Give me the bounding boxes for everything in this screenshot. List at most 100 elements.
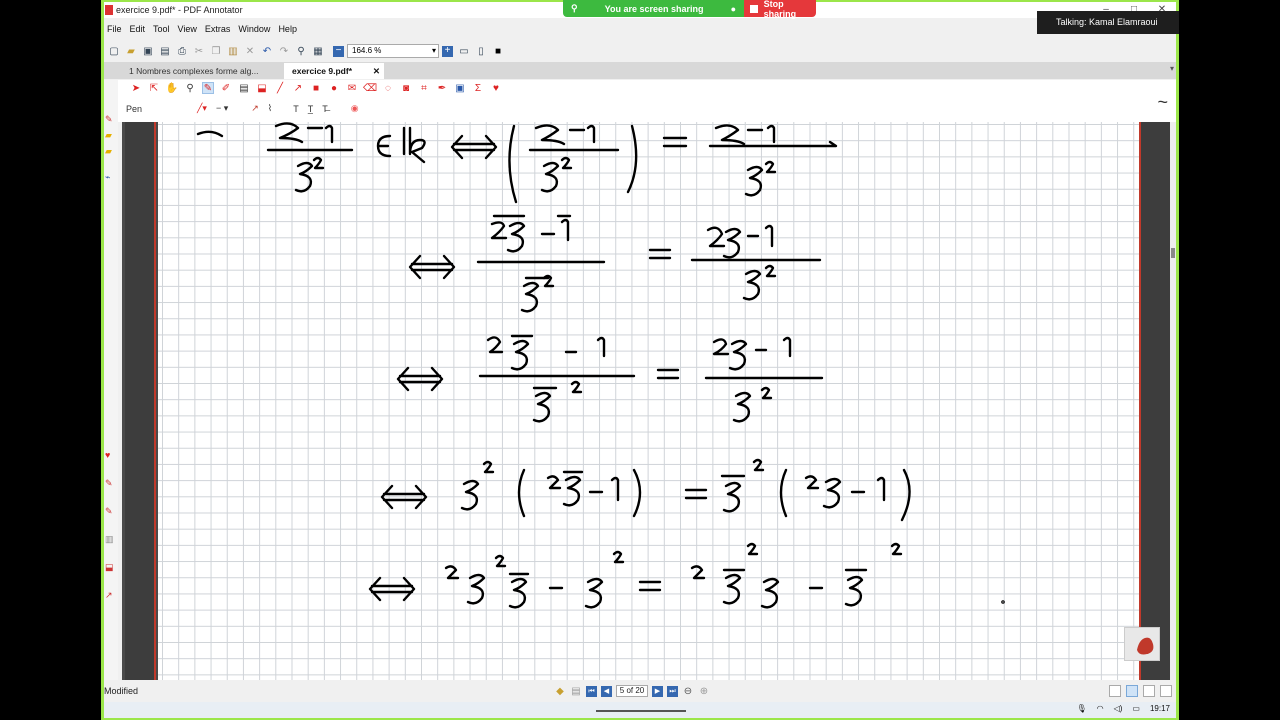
- continuous-view-button[interactable]: [1126, 685, 1138, 697]
- tab-nombres-complexes[interactable]: 1 Nombres complexes forme alg...: [104, 63, 276, 79]
- pin-icon[interactable]: ⚲: [571, 3, 578, 14]
- save-all-icon[interactable]: ▤: [159, 45, 171, 57]
- vertical-scrollbar[interactable]: [1170, 122, 1176, 680]
- select-arrow-icon[interactable]: ➤: [130, 82, 142, 94]
- highlighter-icon[interactable]: ✐: [220, 82, 232, 94]
- print-icon[interactable]: ⎙: [176, 45, 188, 57]
- eraser-icon[interactable]: ⌫: [363, 82, 377, 94]
- delete-icon[interactable]: ✕: [244, 45, 256, 57]
- prev-page-button[interactable]: ◀: [601, 685, 612, 697]
- undo-icon[interactable]: ↶: [261, 45, 273, 57]
- text-strike-icon[interactable]: T̶: [322, 104, 328, 114]
- favorite-heart-icon[interactable]: ♥: [105, 450, 110, 460]
- status-bar: Modified ◆ ▤ ⏮ ◀ 5 of 20 ▶ ⏭ ⊖ ⊕: [104, 682, 1176, 700]
- pen-tool-icon[interactable]: ✎: [202, 82, 214, 94]
- menu-extras[interactable]: Extras: [202, 24, 236, 34]
- line-width-icon[interactable]: − ▾: [216, 103, 228, 114]
- zoom-in-button[interactable]: +: [442, 45, 453, 57]
- volume-icon[interactable]: ◁): [1114, 704, 1123, 713]
- single-page-view-button[interactable]: [1109, 685, 1121, 697]
- last-page-button[interactable]: ⏭: [667, 685, 678, 697]
- bookmark-pen-icon[interactable]: ✎: [105, 114, 113, 125]
- lasso-icon[interactable]: ◌: [382, 82, 394, 94]
- paste-icon[interactable]: ▥: [227, 45, 239, 57]
- favorite-arrow-icon[interactable]: ↗: [105, 590, 113, 601]
- menu-view[interactable]: View: [175, 24, 202, 34]
- menu-file[interactable]: File: [104, 24, 127, 34]
- text-underline-icon[interactable]: T̲: [308, 104, 314, 114]
- smooth-icon[interactable]: ↗: [251, 103, 259, 114]
- battery-icon[interactable]: ▭: [1132, 704, 1140, 713]
- menu-window[interactable]: Window: [235, 24, 275, 34]
- page-number-field[interactable]: 5 of 20: [616, 685, 648, 697]
- annotation-toolbar: ➤ ⇱ ✋ ⚲ ✎ ✐ ▤ ⬓ ╱ ↗ ■ ● ✉ ⌫ ◌ ◙ ⌗ ✒ ▣ Σ …: [104, 80, 1176, 122]
- forward-icon[interactable]: ⊕: [698, 685, 710, 697]
- favorites-heart-icon[interactable]: ♥: [490, 82, 502, 94]
- sticky-note-icon[interactable]: ▰: [105, 146, 112, 157]
- fit-page-icon[interactable]: ▯: [475, 45, 487, 57]
- open-folder-icon[interactable]: ▰: [125, 45, 137, 57]
- ellipse-icon[interactable]: ●: [328, 82, 340, 94]
- stop-sharing-button[interactable]: Stop sharing: [744, 0, 816, 19]
- wifi-icon[interactable]: ◠: [1097, 704, 1104, 713]
- pen-color-icon[interactable]: ╱▾: [197, 103, 207, 114]
- image-icon[interactable]: ▣: [454, 82, 466, 94]
- save-icon[interactable]: ▣: [142, 45, 154, 57]
- text-select-icon[interactable]: ⇱: [148, 82, 160, 94]
- line-icon[interactable]: ╱: [274, 82, 286, 94]
- menu-edit[interactable]: Edit: [127, 24, 151, 34]
- zoom-out-button[interactable]: −: [333, 45, 344, 57]
- page-settings-icon[interactable]: ▦: [312, 45, 324, 57]
- next-page-button[interactable]: ▶: [652, 685, 663, 697]
- crop-icon[interactable]: ⌗: [418, 82, 430, 94]
- redo-icon[interactable]: ↷: [278, 45, 290, 57]
- menu-help[interactable]: Help: [275, 24, 302, 34]
- cut-icon[interactable]: ✂: [193, 45, 205, 57]
- fit-width-icon[interactable]: ▭: [458, 45, 470, 57]
- ink-smoothing-icon[interactable]: ~: [1157, 92, 1168, 113]
- copy-icon[interactable]: ❐: [210, 45, 222, 57]
- raise-hand-button[interactable]: [1124, 627, 1160, 661]
- new-document-icon[interactable]: ▢: [108, 45, 120, 57]
- zoom-tool-icon[interactable]: ⚲: [184, 82, 196, 94]
- textbox-icon[interactable]: ▤: [238, 82, 250, 94]
- arrow-line-icon[interactable]: ↗: [292, 82, 304, 94]
- tab-label: exercice 9.pdf*: [292, 66, 353, 76]
- stamp-icon[interactable]: ⬓: [256, 82, 268, 94]
- fullscreen-icon[interactable]: ■: [492, 45, 504, 57]
- rectangle-icon[interactable]: ■: [310, 82, 322, 94]
- history-icon[interactable]: ◆: [554, 685, 566, 697]
- scrollbar-thumb[interactable]: [1171, 248, 1175, 258]
- back-icon[interactable]: ⊖: [682, 685, 694, 697]
- hand-tool-icon[interactable]: ✋: [166, 82, 178, 94]
- zoom-select[interactable]: 164.6 %: [347, 44, 439, 58]
- sticky-note-icon[interactable]: ▰: [105, 130, 112, 141]
- two-page-view-button[interactable]: [1143, 685, 1155, 697]
- text-format-icon[interactable]: T: [293, 104, 299, 114]
- sharing-label: You are screen sharing: [604, 3, 704, 14]
- microphone-icon[interactable]: 🎙: [1076, 704, 1086, 713]
- straighten-icon[interactable]: ⌇: [268, 103, 272, 114]
- color-wheel-icon[interactable]: ◉: [351, 103, 359, 114]
- favorite-marker-icon[interactable]: ▥: [105, 534, 114, 545]
- pdf-annotator-window: exercice 9.pdf* - PDF Annotator – □ ✕ Fi…: [104, 2, 1176, 718]
- page-list-icon[interactable]: ▤: [570, 685, 582, 697]
- camera-icon[interactable]: ◙: [400, 82, 412, 94]
- ink-pen-icon[interactable]: ✒: [436, 82, 448, 94]
- sum-icon[interactable]: Σ: [472, 82, 484, 94]
- document-tabs: 1 Nombres complexes forme alg... exercic…: [104, 62, 1176, 79]
- first-page-button[interactable]: ⏮: [586, 685, 597, 697]
- tabs-overflow-icon[interactable]: ▾: [1170, 64, 1174, 73]
- favorite-stamp-icon[interactable]: ⬓: [105, 562, 114, 573]
- attachment-icon[interactable]: ⌁: [105, 172, 110, 183]
- favorite-pen-icon[interactable]: ✎: [105, 506, 113, 517]
- tab-exercice-9[interactable]: exercice 9.pdf* ✕: [284, 63, 384, 79]
- binoculars-icon[interactable]: ⚲: [295, 45, 307, 57]
- tab-close-icon[interactable]: ✕: [373, 63, 380, 79]
- pdf-page-grid[interactable]: ∈ℝ: [158, 122, 1139, 680]
- clock[interactable]: 19:17: [1150, 704, 1170, 713]
- favorite-pen-icon[interactable]: ✎: [105, 478, 113, 489]
- note-icon[interactable]: ✉: [346, 82, 358, 94]
- menu-tool[interactable]: Tool: [150, 24, 175, 34]
- two-page-continuous-view-button[interactable]: [1160, 685, 1172, 697]
